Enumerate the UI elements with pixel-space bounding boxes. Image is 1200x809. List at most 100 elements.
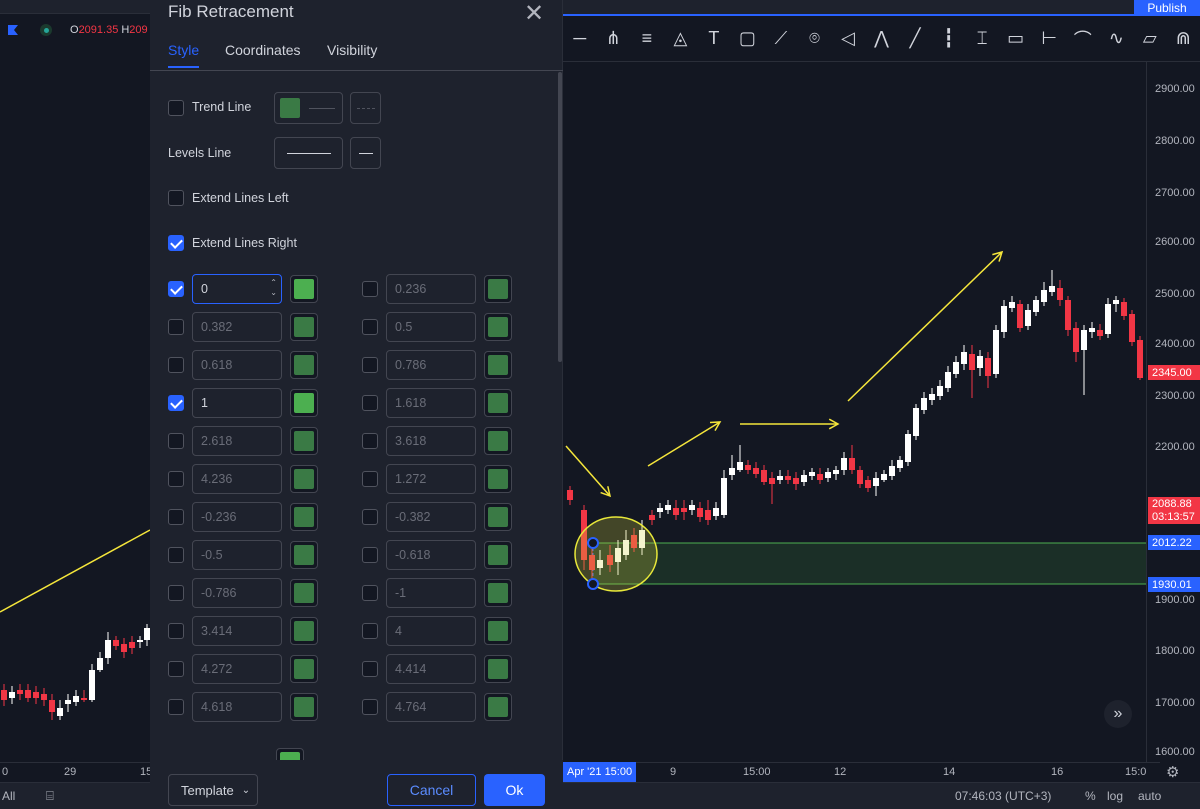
level-value-input[interactable]: 4.236 (192, 464, 282, 494)
level-checkbox[interactable] (362, 623, 378, 639)
tab-visibility[interactable]: Visibility (327, 42, 377, 66)
level-checkbox[interactable] (362, 433, 378, 449)
polyline-icon[interactable]: ∿ (1100, 22, 1134, 56)
brush-icon[interactable]: ⟋ (764, 22, 798, 56)
level-value-input[interactable]: 0.786 (386, 350, 476, 380)
dialog-scrollbar[interactable] (558, 72, 562, 362)
template-button[interactable]: Template ⌄ (168, 774, 258, 806)
level-color-swatch[interactable] (484, 693, 512, 721)
level-color-swatch[interactable] (484, 427, 512, 455)
auto-toggle[interactable]: auto (1138, 789, 1161, 803)
tab-coordinates[interactable]: Coordinates (225, 42, 301, 66)
level-value-input[interactable]: -0.5 (192, 540, 282, 570)
level-color-swatch[interactable] (290, 465, 318, 493)
horizontal-line-icon[interactable]: ─ (563, 22, 597, 56)
pin-icon[interactable]: ⌾ (798, 22, 832, 56)
level-color-swatch[interactable] (290, 313, 318, 341)
background-color-swatch[interactable] (276, 748, 304, 760)
candles-icon[interactable]: ┇ (932, 22, 966, 56)
level-checkbox[interactable] (168, 281, 184, 297)
level-checkbox[interactable] (168, 433, 184, 449)
level-checkbox[interactable] (362, 585, 378, 601)
dialog-title[interactable]: Fib Retracement (168, 2, 294, 22)
level-color-swatch[interactable] (484, 465, 512, 493)
level-value-input[interactable]: 0.236 (386, 274, 476, 304)
level-color-swatch[interactable] (484, 541, 512, 569)
level-color-swatch[interactable] (290, 351, 318, 379)
level-value-input[interactable]: -0.618 (386, 540, 476, 570)
level-value-input[interactable]: 3.414 (192, 616, 282, 646)
level-checkbox[interactable] (168, 585, 184, 601)
level-checkbox[interactable] (168, 623, 184, 639)
gann-fan-icon[interactable]: ◁ (831, 22, 865, 56)
extend-right-checkbox[interactable] (168, 235, 184, 251)
level-color-swatch[interactable] (290, 275, 318, 303)
level-color-swatch[interactable] (290, 427, 318, 455)
flag-icon[interactable] (8, 25, 18, 35)
level-value-input[interactable]: -1 (386, 578, 476, 608)
trend-line-checkbox[interactable] (168, 100, 184, 116)
level-color-swatch[interactable] (290, 693, 318, 721)
level-checkbox[interactable] (362, 471, 378, 487)
level-value-input[interactable]: 4 (386, 616, 476, 646)
percent-toggle[interactable]: % (1085, 789, 1096, 803)
level-value-input[interactable]: 2.618 (192, 426, 282, 456)
calendar-range-icon[interactable]: ⌸ (46, 788, 54, 804)
level-checkbox[interactable] (362, 357, 378, 373)
level-color-swatch[interactable] (484, 579, 512, 607)
level-checkbox[interactable] (168, 319, 184, 335)
comment-icon[interactable]: ▭ (999, 22, 1033, 56)
level-value-input[interactable]: 4.414 (386, 654, 476, 684)
level-color-swatch[interactable] (290, 579, 318, 607)
close-icon[interactable]: ✕ (522, 0, 546, 28)
level-color-swatch[interactable] (290, 541, 318, 569)
gear-icon[interactable]: ⚙ (1166, 763, 1179, 781)
level-checkbox[interactable] (168, 699, 184, 715)
level-checkbox[interactable] (362, 395, 378, 411)
level-value-input[interactable]: -0.382 (386, 502, 476, 532)
pitchfork-icon[interactable]: ⋔ (597, 22, 631, 56)
level-color-swatch[interactable] (290, 617, 318, 645)
level-color-swatch[interactable] (484, 313, 512, 341)
level-checkbox[interactable] (168, 357, 184, 373)
levels-line-style-button[interactable] (274, 137, 343, 169)
range-all-button[interactable]: All (2, 789, 15, 803)
level-checkbox[interactable] (362, 661, 378, 677)
level-color-swatch[interactable] (484, 275, 512, 303)
level-value-input[interactable]: 3.618 (386, 426, 476, 456)
level-value-input[interactable]: 0.382 (192, 312, 282, 342)
scroll-to-realtime-button[interactable]: » (1104, 700, 1132, 728)
level-color-swatch[interactable] (290, 655, 318, 683)
level-color-swatch[interactable] (484, 503, 512, 531)
level-value-input[interactable]: 0.5 (386, 312, 476, 342)
level-value-input[interactable]: 1 (192, 388, 282, 418)
level-checkbox[interactable] (362, 281, 378, 297)
level-checkbox[interactable] (362, 319, 378, 335)
level-value-input[interactable]: 0 ⌃ ⌄ (192, 274, 282, 304)
level-value-input[interactable]: 4.618 (192, 692, 282, 722)
channel-icon[interactable]: ≡ (630, 22, 664, 56)
level-checkbox[interactable] (168, 471, 184, 487)
shapes-icon[interactable]: ▱ (1133, 22, 1167, 56)
trend-line-style-button[interactable] (274, 92, 343, 124)
level-color-swatch[interactable] (484, 617, 512, 645)
path-icon[interactable]: ⌒ (1066, 22, 1100, 56)
level-checkbox[interactable] (362, 509, 378, 525)
level-value-input[interactable]: 4.764 (386, 692, 476, 722)
fib-retracement-icon[interactable]: ⌶ (965, 22, 999, 56)
trend-line-dash-button[interactable] (350, 92, 381, 124)
level-color-swatch[interactable] (484, 655, 512, 683)
level-checkbox[interactable] (168, 395, 184, 411)
tab-style[interactable]: Style (168, 42, 200, 68)
level-color-swatch[interactable] (290, 389, 318, 417)
level-color-swatch[interactable] (484, 389, 512, 417)
log-toggle[interactable]: log (1107, 789, 1123, 803)
level-color-swatch[interactable] (290, 503, 318, 531)
level-checkbox[interactable] (168, 661, 184, 677)
level-value-input[interactable]: 1.618 (386, 388, 476, 418)
text-icon[interactable]: T (697, 22, 731, 56)
date-range-icon[interactable]: ⊢ (1032, 22, 1066, 56)
publish-button[interactable]: Publish (1134, 0, 1200, 16)
rectangle-icon[interactable]: ▢ (731, 22, 765, 56)
ray-icon[interactable]: ╱ (898, 22, 932, 56)
